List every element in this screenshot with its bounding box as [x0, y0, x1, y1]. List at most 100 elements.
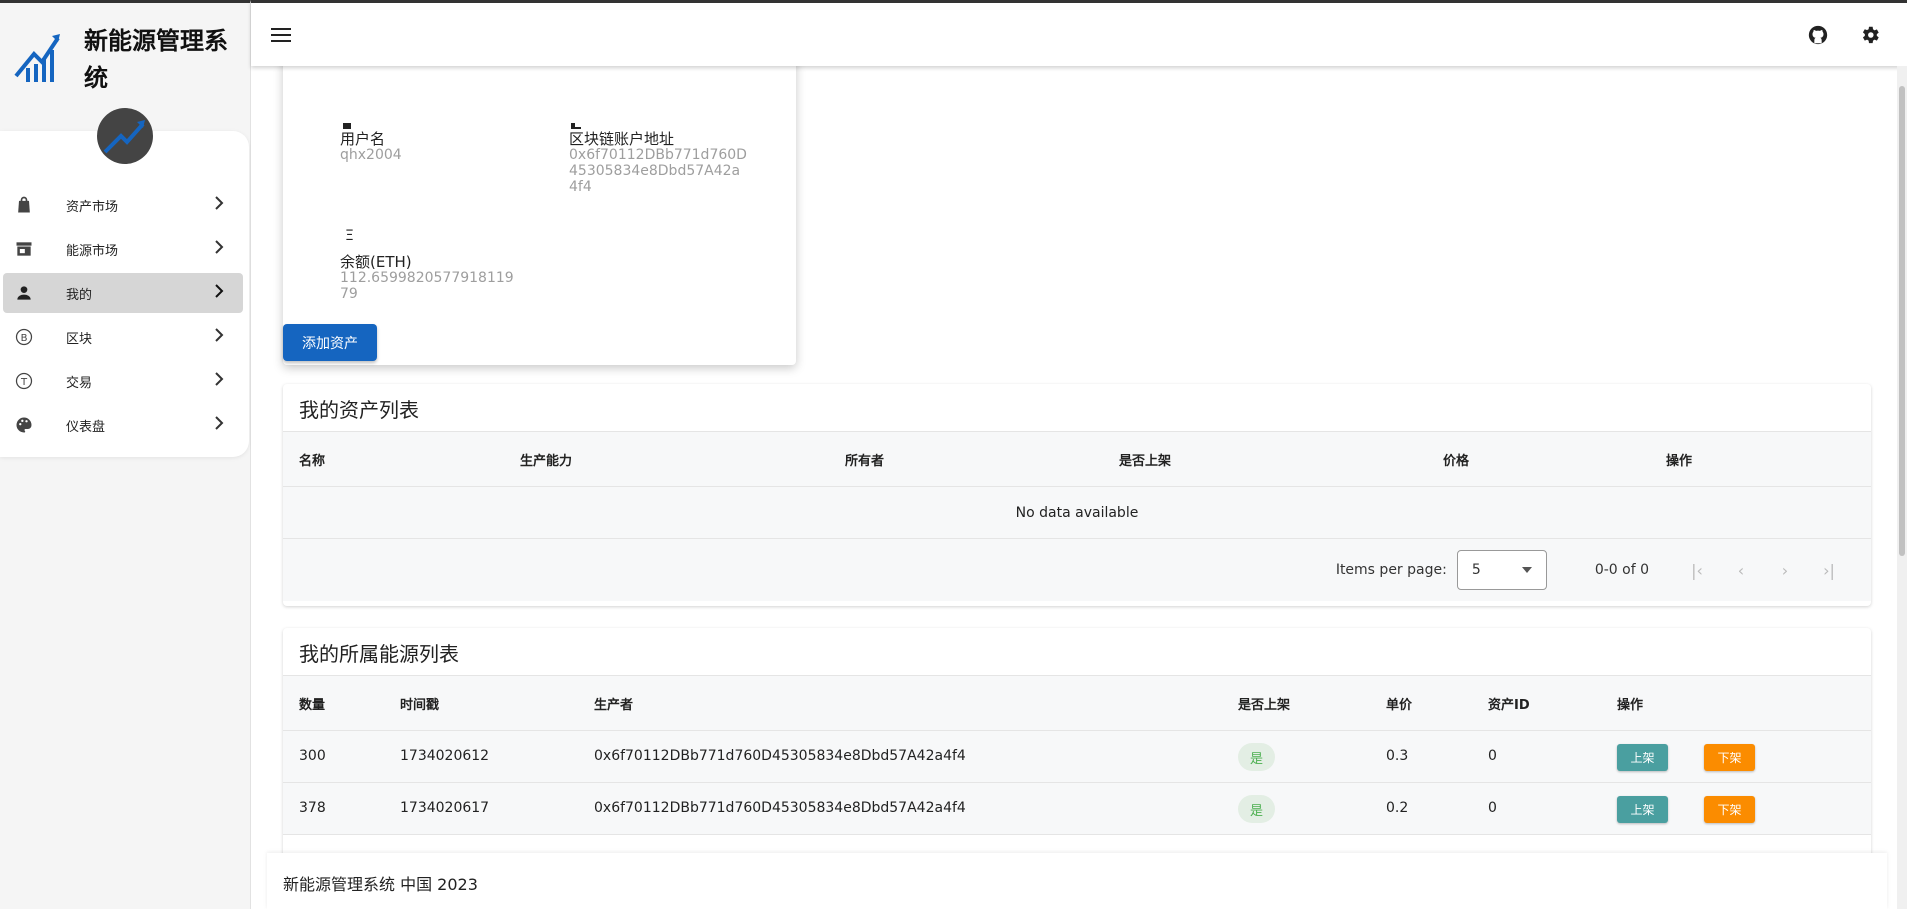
- cell-producer: 0x6f70112DBb771d760D45305834e8Dbd57A42a4…: [594, 800, 966, 816]
- pagination-bar: Items per page: 5 0-0 of 0 |‹ ‹ › ›|: [283, 539, 1871, 601]
- chevron-right-icon: [207, 328, 231, 346]
- sidebar-item-dashboard[interactable]: 仪表盘: [3, 405, 243, 445]
- column-header[interactable]: 所有者: [845, 450, 884, 469]
- username-label: 用户名: [340, 130, 386, 148]
- asset-table-header: 名称 生产能力 所有者 是否上架 价格 操作: [283, 431, 1871, 487]
- chevron-right-icon: [207, 284, 231, 302]
- energy-table-header: 数量 时间戳 生产者 是否上架 单价 资产ID 操作: [283, 675, 1871, 731]
- address-label: 区块链账户地址: [569, 130, 675, 148]
- column-header[interactable]: 操作: [1617, 694, 1643, 713]
- listed-badge: 是: [1238, 743, 1275, 771]
- cell-price: 0.2: [1386, 800, 1409, 816]
- store-icon: [12, 237, 36, 261]
- column-header[interactable]: 是否上架: [1119, 450, 1171, 469]
- table-row: 378 1734020617 0x6f70112DBb771d760D45305…: [283, 783, 1871, 835]
- nav-card: 资产市场 能源市场 我的 B 区块 T 交易 仪表盘: [0, 108, 249, 457]
- cell-asset-id: 0: [1488, 748, 1497, 764]
- address-line: 0x6f70112DBb771d760D: [569, 147, 747, 163]
- cell-asset-id: 0: [1488, 800, 1497, 816]
- avatar-logo-icon: [103, 120, 145, 154]
- main-content: 用户名 qhx2004 区块链账户地址 0x6f70112DBb771d760D…: [251, 66, 1907, 909]
- balance-line: 79: [340, 286, 358, 302]
- asset-table-card: 我的资产列表 名称 生产能力 所有者 是否上架 价格 操作 No data av…: [283, 384, 1871, 606]
- circle-t-icon: T: [12, 369, 36, 393]
- first-page-icon[interactable]: |‹: [1675, 561, 1719, 580]
- prev-page-icon[interactable]: ‹: [1719, 561, 1763, 580]
- cell-timestamp: 1734020612: [400, 748, 490, 764]
- chevron-right-icon: [207, 416, 231, 434]
- asset-table-title: 我的资产列表: [299, 398, 419, 422]
- app-header: [251, 0, 1907, 66]
- nav-list: 资产市场 能源市场 我的 B 区块 T 交易 仪表盘: [3, 185, 243, 449]
- page-footer: 新能源管理系统 中国 2023: [267, 853, 1887, 909]
- github-button[interactable]: [1804, 21, 1832, 49]
- menu-icon: [271, 28, 291, 42]
- cell-amount: 378: [299, 800, 326, 816]
- sidebar-item-label: 资产市场: [66, 199, 119, 215]
- github-icon: [1808, 25, 1828, 45]
- chevron-right-icon: [207, 372, 231, 390]
- address-line: 4f4: [569, 179, 592, 195]
- column-header[interactable]: 单价: [1386, 694, 1412, 713]
- address-line: 45305834e8Dbd57A42a: [569, 163, 741, 179]
- empty-state: No data available: [283, 487, 1871, 539]
- menu-button[interactable]: [267, 21, 295, 49]
- column-header[interactable]: 时间戳: [400, 694, 439, 713]
- cell-producer: 0x6f70112DBb771d760D45305834e8Dbd57A42a4…: [594, 748, 966, 764]
- next-page-icon[interactable]: ›: [1763, 561, 1807, 580]
- chevron-right-icon: [207, 196, 231, 214]
- column-header[interactable]: 生产能力: [520, 450, 572, 469]
- balance-line: 112.6599820577918119: [340, 270, 514, 286]
- ethereum-icon: Ξ: [345, 228, 354, 244]
- sidebar-item-transactions[interactable]: T 交易: [3, 361, 243, 401]
- sidebar-item-energy-market[interactable]: 能源市场: [3, 229, 243, 269]
- person-icon: [12, 281, 36, 305]
- energy-table-title: 我的所属能源列表: [299, 642, 459, 666]
- list-up-button[interactable]: 上架: [1617, 796, 1668, 823]
- app-title: 新能源管理系统: [84, 27, 228, 92]
- table-row: 300 1734020612 0x6f70112DBb771d760D45305…: [283, 731, 1871, 783]
- settings-button[interactable]: [1856, 21, 1884, 49]
- sidebar-item-mine[interactable]: 我的: [3, 273, 243, 313]
- scrollbar[interactable]: [1897, 66, 1907, 909]
- circle-b-icon: B: [12, 325, 36, 349]
- column-header[interactable]: 名称: [299, 450, 325, 469]
- sidebar-item-label: 我的: [66, 287, 93, 303]
- items-per-page-label: Items per page:: [1335, 562, 1447, 578]
- energy-table-card: 我的所属能源列表 数量 时间戳 生产者 是否上架 单价 资产ID 操作 300 …: [283, 628, 1871, 888]
- sidebar-item-asset-market[interactable]: 资产市场: [3, 185, 243, 225]
- column-header[interactable]: 资产ID: [1488, 694, 1530, 713]
- last-page-icon[interactable]: ›|: [1807, 561, 1851, 580]
- listed-badge: 是: [1238, 795, 1275, 823]
- column-header[interactable]: 生产者: [594, 694, 633, 713]
- chevron-right-icon: [207, 240, 231, 258]
- username-value: qhx2004: [340, 147, 402, 163]
- sidebar-item-label: 能源市场: [66, 243, 119, 259]
- column-header[interactable]: 操作: [1666, 450, 1692, 469]
- add-asset-button[interactable]: 添加资产: [283, 324, 377, 361]
- items-per-page-value: 5: [1471, 562, 1481, 578]
- list-down-button[interactable]: 下架: [1704, 744, 1755, 771]
- items-per-page-select[interactable]: 5: [1456, 550, 1547, 590]
- cell-amount: 300: [299, 748, 326, 764]
- logo-icon: [14, 34, 60, 82]
- scrollbar-thumb[interactable]: [1899, 86, 1905, 556]
- brand: 新能源管理系统: [0, 3, 250, 97]
- sidebar-item-label: 交易: [66, 375, 93, 391]
- column-header[interactable]: 是否上架: [1238, 694, 1290, 713]
- svg-text:T: T: [20, 377, 28, 388]
- cell-timestamp: 1734020617: [400, 800, 490, 816]
- cell-price: 0.3: [1386, 748, 1409, 764]
- list-up-button[interactable]: 上架: [1617, 744, 1668, 771]
- shopping-bag-icon: [12, 193, 36, 217]
- list-down-button[interactable]: 下架: [1704, 796, 1755, 823]
- profile-card: 用户名 qhx2004 区块链账户地址 0x6f70112DBb771d760D…: [283, 66, 796, 365]
- avatar[interactable]: [97, 108, 153, 164]
- header-actions: [1804, 21, 1884, 49]
- column-header[interactable]: 数量: [299, 694, 325, 713]
- svg-text:B: B: [21, 333, 28, 344]
- column-header[interactable]: 价格: [1443, 450, 1469, 469]
- palette-icon: [12, 413, 36, 437]
- sidebar-item-label: 区块: [66, 331, 93, 347]
- sidebar-item-blocks[interactable]: B 区块: [3, 317, 243, 357]
